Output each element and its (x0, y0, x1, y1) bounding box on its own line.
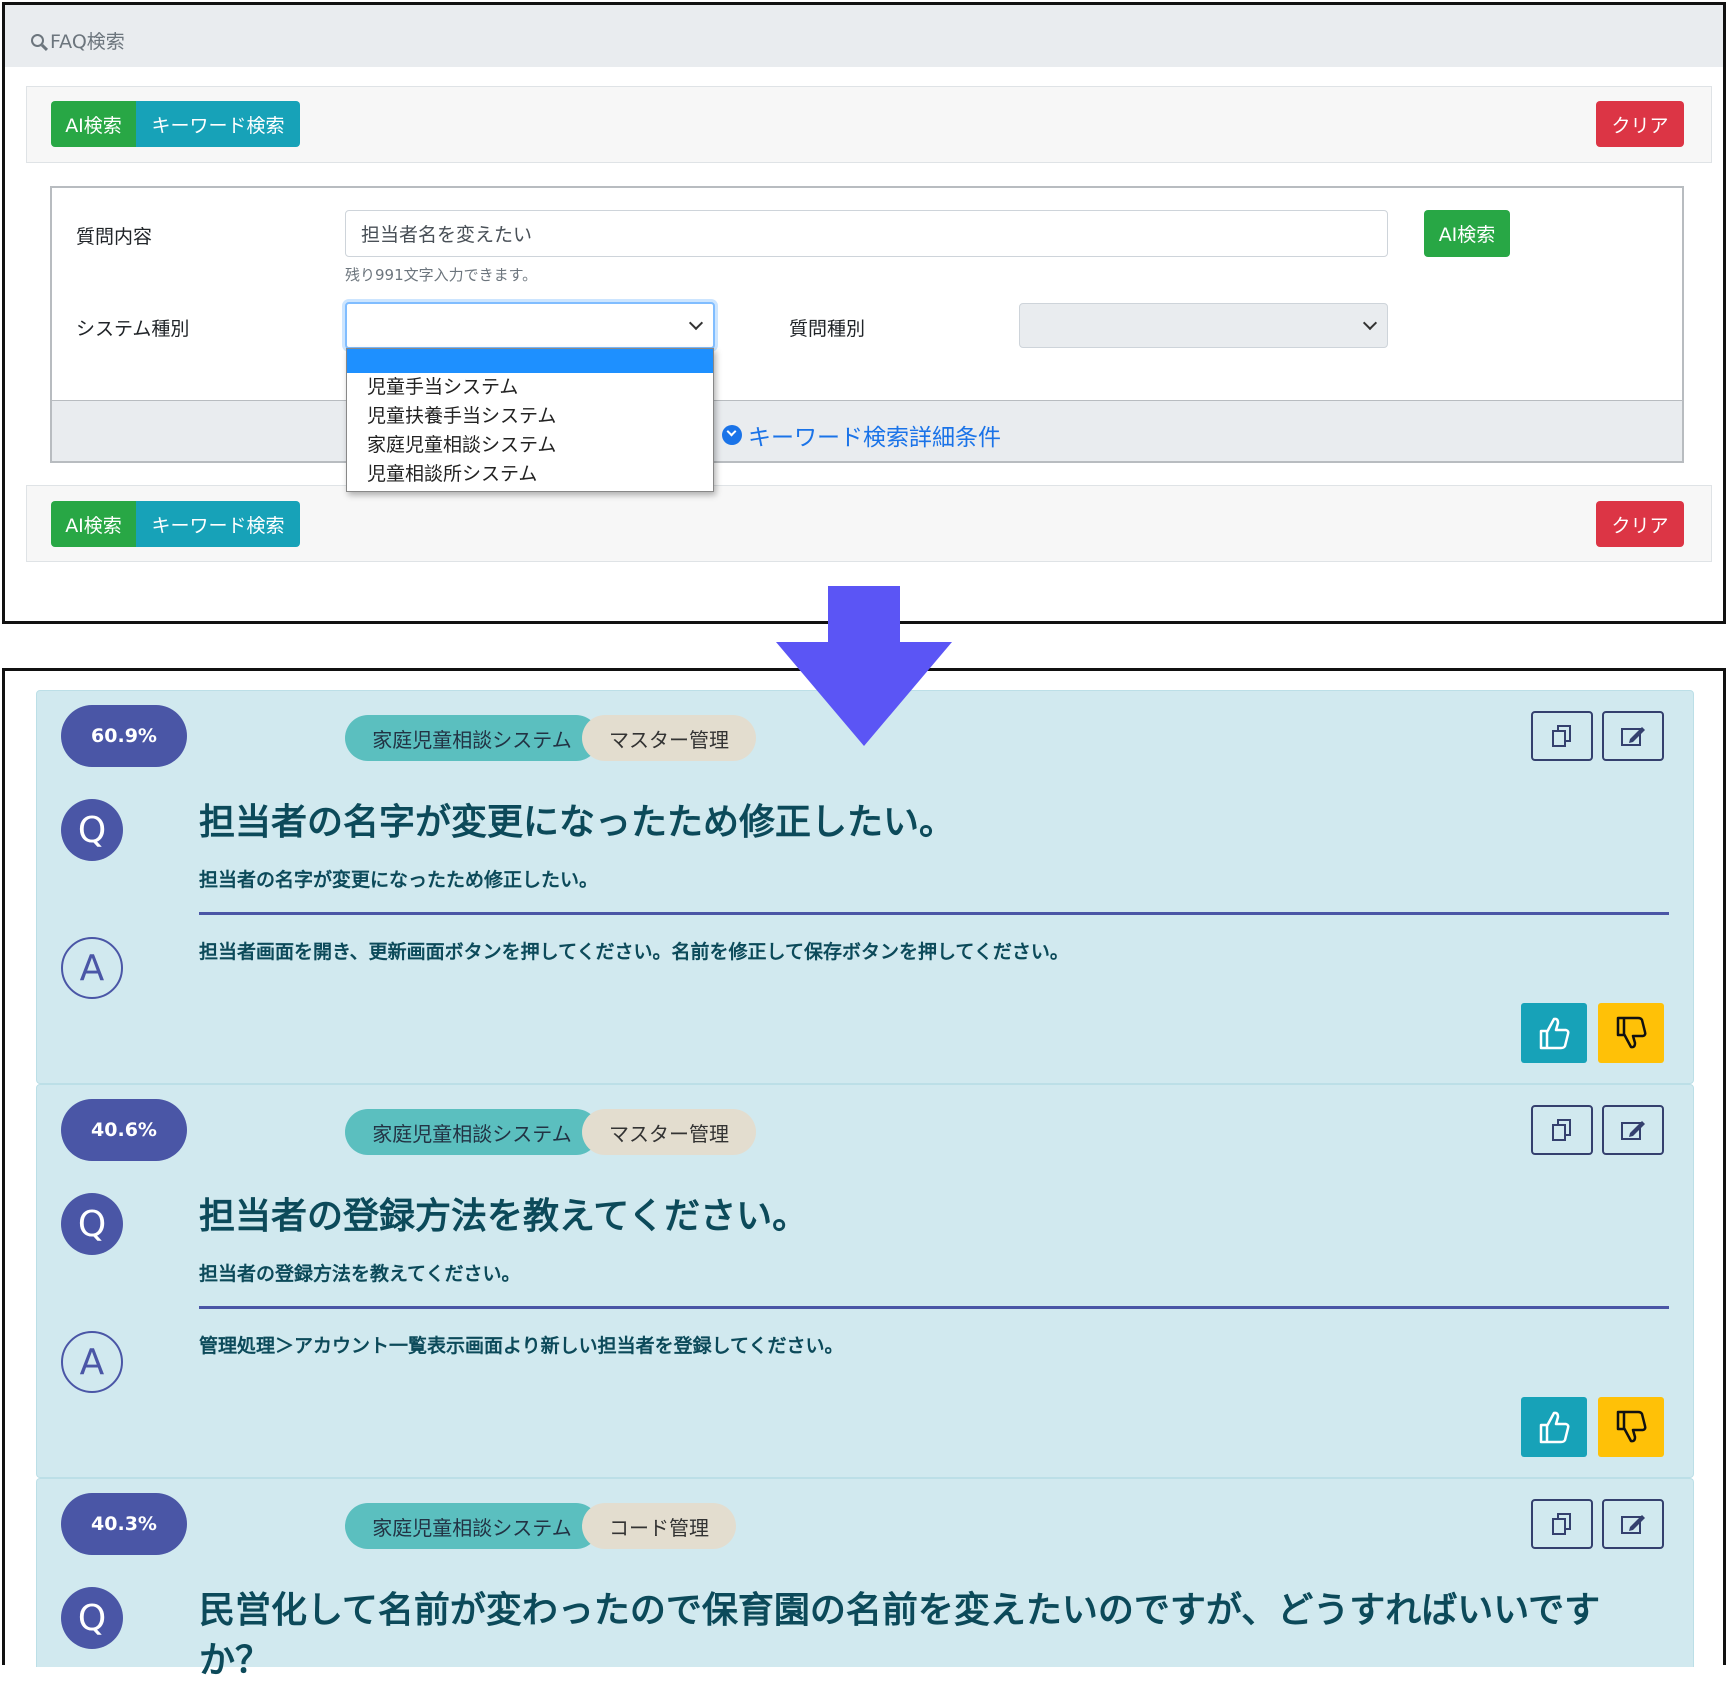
thumbs-down-icon (1616, 1016, 1647, 1049)
keyword-search-button-top[interactable]: キーワード検索 (136, 101, 300, 147)
question-title-line1: 民営化して名前が変わったので保育園の名前を変えたいのですが、どうすればいいです (199, 1590, 1601, 1631)
system-type-label: システム種別 (76, 318, 190, 340)
question-body: 担当者の登録方法を教えてください。 (199, 1263, 521, 1285)
question-body: 担当者の名字が変更になったため修正したい。 (199, 869, 599, 891)
chevron-down-icon (1362, 315, 1378, 331)
thumbs-down-button[interactable] (1598, 1003, 1664, 1063)
ai-search-button-inline[interactable]: AI検索 (1424, 210, 1510, 257)
answer-text: 担当者画面を開き、更新画面ボタンを押してください。名前を修正して保存ボタンを押し… (199, 941, 1069, 963)
clear-button-top[interactable]: クリア (1596, 101, 1684, 147)
dropdown-option[interactable]: 児童扶養手当システム (347, 402, 713, 431)
thumbs-up-icon (1539, 1411, 1570, 1444)
result-card: 40.3% 家庭児童相談システム コード管理 Q 民営化して名前が変わったので保… (36, 1478, 1694, 1681)
system-tag: 家庭児童相談システム (345, 715, 599, 761)
keyword-detail-toggle[interactable]: キーワード検索詳細条件 (722, 418, 1001, 452)
question-content-input[interactable]: 担当者名を変えたい (345, 210, 1388, 257)
question-type-select[interactable] (1019, 303, 1388, 348)
copy-icon (1552, 1513, 1571, 1535)
edit-icon (1621, 1121, 1645, 1140)
qa-divider (199, 1306, 1669, 1309)
system-tag: 家庭児童相談システム (345, 1503, 599, 1549)
clear-button-bottom[interactable]: クリア (1596, 501, 1684, 547)
question-title: 担当者の名字が変更になったため修正したい。 (199, 802, 956, 843)
thumbs-up-button[interactable] (1521, 1397, 1587, 1457)
ai-search-button-top[interactable]: AI検索 (51, 101, 136, 147)
question-title-line2: か？ (199, 1640, 272, 1681)
edit-icon (1621, 1515, 1645, 1534)
category-tag: マスター管理 (582, 715, 756, 761)
thumbs-up-icon (1539, 1017, 1570, 1050)
dropdown-option[interactable]: 児童相談所システム (347, 460, 713, 489)
dropdown-option[interactable]: 家庭児童相談システム (347, 431, 713, 460)
category-tag: コード管理 (582, 1503, 736, 1549)
edit-button[interactable] (1602, 1499, 1664, 1549)
copy-icon (1552, 1119, 1571, 1141)
thumbs-down-button[interactable] (1598, 1397, 1664, 1457)
faq-search-title: FAQ検索 (50, 31, 125, 53)
arrow-circle-down-icon (722, 425, 742, 445)
dropdown-option[interactable]: 児童手当システム (347, 373, 713, 402)
answer-mark-icon: A (61, 937, 123, 999)
match-score-badge: 60.9% (61, 705, 187, 767)
keyword-detail-label: キーワード検索詳細条件 (748, 425, 1001, 451)
search-icon (31, 34, 44, 47)
copy-button[interactable] (1531, 1105, 1593, 1155)
question-title: 担当者の登録方法を教えてください。 (199, 1196, 809, 1237)
copy-button[interactable] (1531, 1499, 1593, 1549)
edit-icon (1621, 727, 1645, 746)
question-type-label: 質問種別 (789, 318, 866, 340)
copy-button[interactable] (1531, 711, 1593, 761)
dropdown-option-blank[interactable] (347, 349, 713, 373)
question-mark-icon: Q (61, 1193, 123, 1255)
edit-button[interactable] (1602, 1105, 1664, 1155)
thumbs-up-button[interactable] (1521, 1003, 1587, 1063)
question-mark-icon: Q (61, 799, 123, 861)
match-score-badge: 40.3% (61, 1493, 187, 1555)
chevron-down-icon (688, 315, 704, 331)
faq-search-header: FAQ検索 (5, 5, 1723, 67)
character-count-hint: 残り991文字入力できます。 (345, 266, 538, 284)
qa-divider (199, 912, 1669, 915)
edit-button[interactable] (1602, 711, 1664, 761)
result-card: 40.6% 家庭児童相談システム マスター管理 Q 担当者の登録方法を教えてくだ… (36, 1084, 1694, 1478)
ai-search-button-bottom[interactable]: AI検索 (51, 501, 136, 547)
system-type-select[interactable] (345, 302, 715, 349)
match-score-badge: 40.6% (61, 1099, 187, 1161)
thumbs-down-icon (1616, 1410, 1647, 1443)
result-card: 60.9% 家庭児童相談システム マスター管理 Q 担当者の名字が変更になったた… (36, 690, 1694, 1084)
answer-text: 管理処理＞アカウント一覧表示画面より新しい担当者を登録してください。 (199, 1335, 844, 1357)
question-content-label: 質問内容 (76, 226, 153, 248)
answer-mark-icon: A (61, 1331, 123, 1393)
system-type-dropdown-list: 児童手当システム 児童扶養手当システム 家庭児童相談システム 児童相談所システム (346, 348, 714, 492)
copy-icon (1552, 725, 1571, 747)
system-tag: 家庭児童相談システム (345, 1109, 599, 1155)
flow-arrow-down-icon (776, 586, 952, 746)
keyword-search-button-bottom[interactable]: キーワード検索 (136, 501, 300, 547)
category-tag: マスター管理 (582, 1109, 756, 1155)
question-mark-icon: Q (61, 1587, 123, 1649)
